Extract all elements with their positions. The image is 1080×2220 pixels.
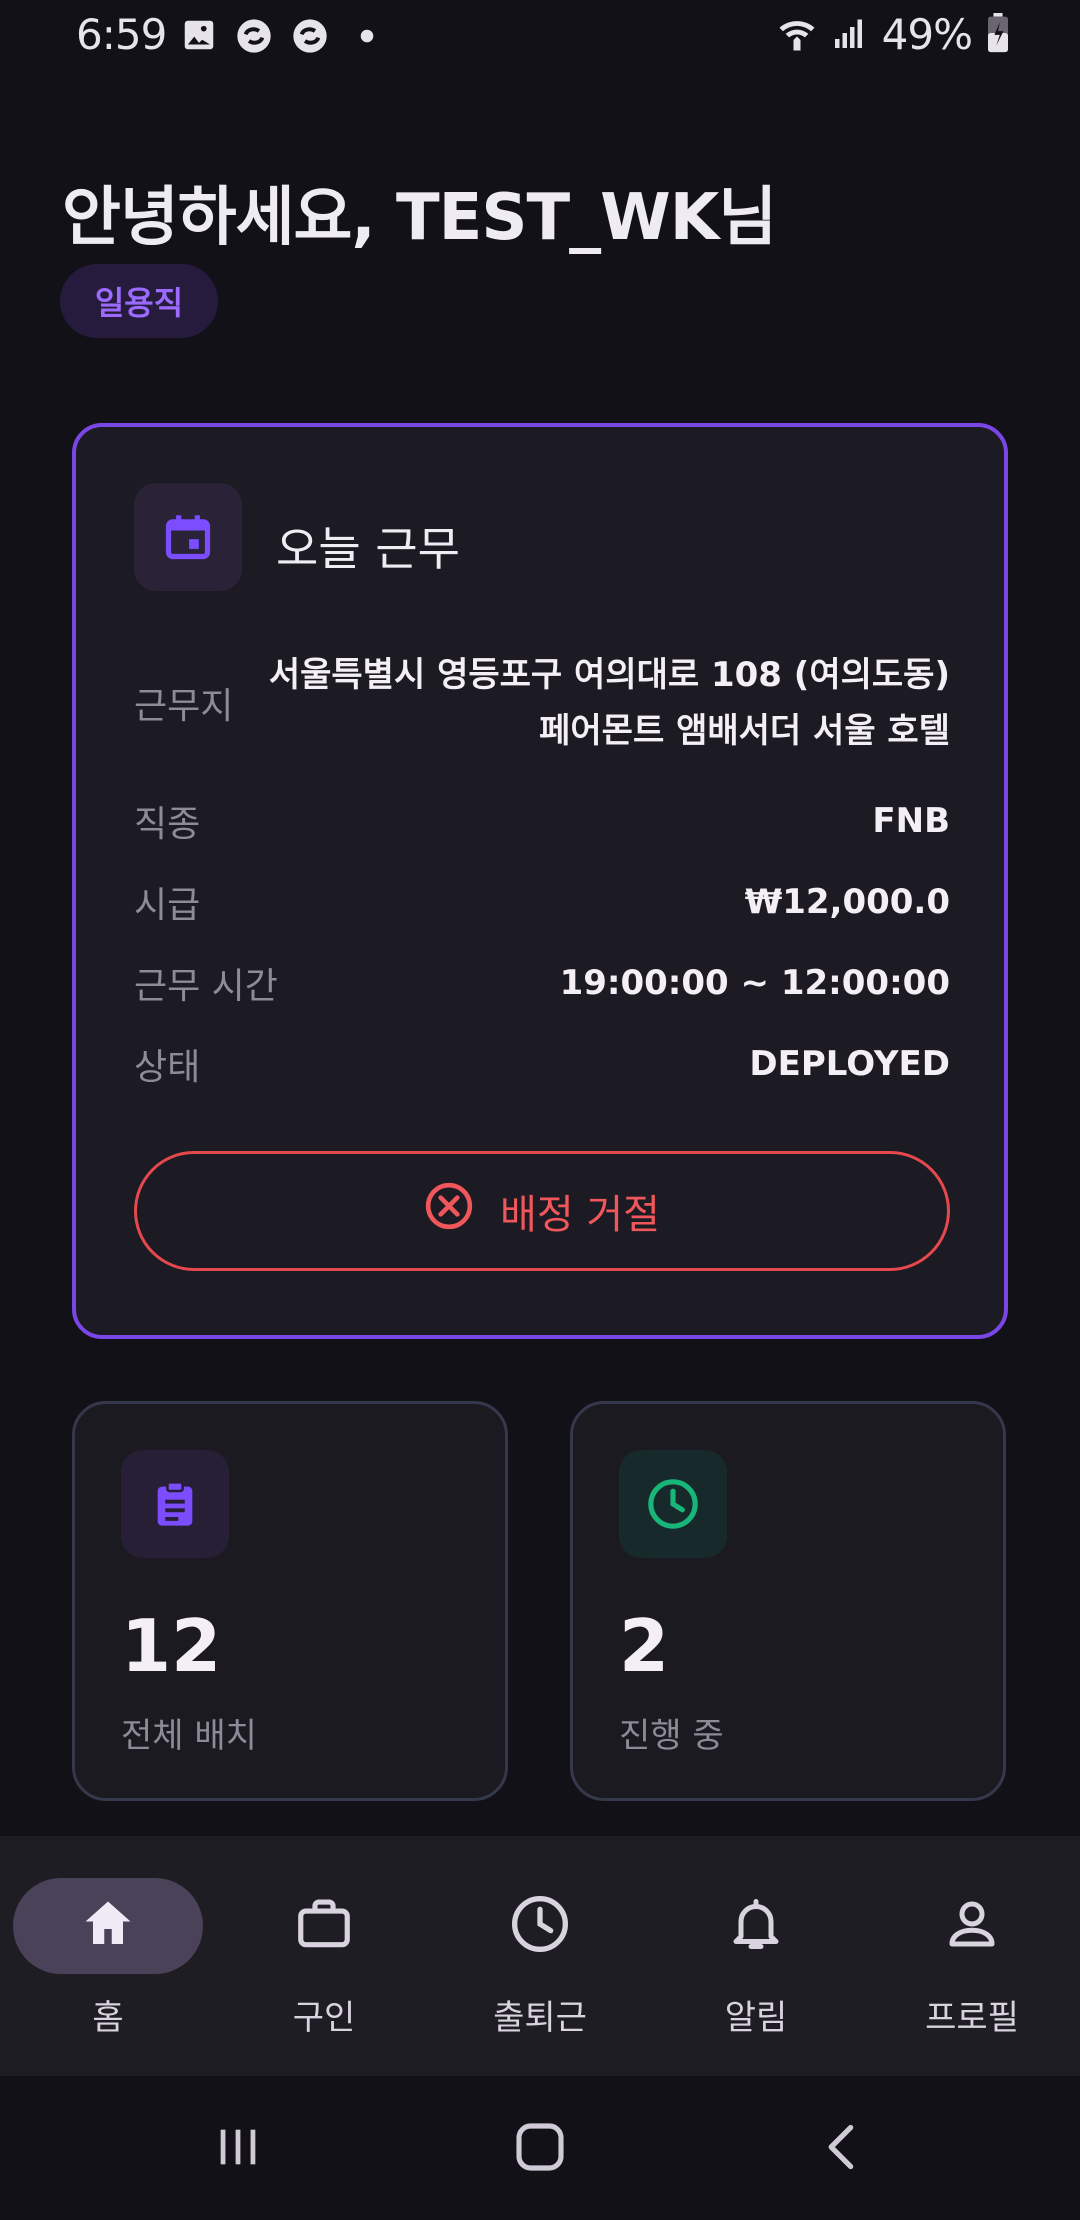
clipboard-icon (121, 1450, 229, 1558)
nav-profile-label: 프로필 (925, 1998, 1019, 2038)
briefcase-icon (293, 1893, 355, 1959)
status-value: DEPLOYED (749, 1044, 950, 1084)
today-work-card: 오늘 근무 근무지 서울특별시 영등포구 여의대로 108 (여의도동) 페어몬… (72, 423, 1008, 1339)
status-time: 6:59 (76, 10, 167, 59)
nav-profile-pill (877, 1878, 1067, 1974)
nav-profile[interactable]: 프로필 (864, 1878, 1080, 2048)
person-icon (942, 1894, 1002, 1958)
sync-icon (290, 16, 330, 60)
stat-card-in-progress[interactable]: 2 진행 중 (570, 1401, 1006, 1801)
back-chevron-icon (816, 2121, 868, 2177)
bell-icon (726, 1894, 786, 1958)
signal-icon (832, 13, 868, 57)
hourly-wage-label: 시급 (134, 885, 201, 926)
info-row-status: 상태 DEPLOYED (134, 1038, 950, 1090)
nav-jobs-label: 구인 (292, 1998, 356, 2038)
work-hours-value: 19:00:00 ~ 12:00:00 (559, 963, 950, 1003)
info-row-hourly-wage: 시급 ₩12,000.0 (134, 876, 950, 928)
nav-jobs-pill (229, 1878, 419, 1974)
nav-notifications[interactable]: 알림 (648, 1878, 864, 2048)
nav-home-pill (13, 1878, 203, 1974)
nav-notifications-label: 알림 (724, 1998, 788, 2038)
workplace-label: 근무지 (134, 686, 234, 727)
wifi-icon (776, 11, 818, 59)
reject-assignment-label: 배정 거절 (500, 1192, 660, 1238)
info-row-work-hours: 근무 시간 19:00:00 ~ 12:00:00 (134, 957, 950, 1009)
clock-icon (508, 1892, 572, 1960)
total-count: 12 (121, 1604, 222, 1688)
role-chip: 일용직 (60, 264, 218, 338)
in-progress-label: 진행 중 (619, 1716, 724, 1756)
workplace-value: 서울특별시 영등포구 여의대로 108 (여의도동) 페어몬트 앰배서더 서울 … (268, 655, 950, 751)
nav-jobs[interactable]: 구인 (216, 1878, 432, 2048)
info-row-workplace: 근무지 서울특별시 영등포구 여의대로 108 (여의도동) 페어몬트 앰배서더… (134, 647, 950, 759)
nav-home[interactable]: 홈 (0, 1878, 216, 2048)
home-icon (78, 1894, 138, 1958)
back-button[interactable] (802, 2114, 882, 2184)
battery-icon (986, 12, 1010, 57)
job-type-value: FNB (872, 801, 950, 841)
clock-icon (619, 1450, 727, 1558)
dot-icon (360, 28, 374, 47)
status-bar: 6:59 49% (0, 0, 1080, 72)
reject-assignment-button[interactable]: 배정 거절 (134, 1151, 950, 1271)
nav-attendance-pill (445, 1878, 635, 1974)
nav-attendance[interactable]: 출퇴근 (432, 1878, 648, 2048)
recent-apps-button[interactable] (198, 2114, 278, 2184)
stat-card-total[interactable]: 12 전체 배치 (72, 1401, 508, 1801)
status-label: 상태 (134, 1047, 201, 1088)
today-work-title: 오늘 근무 (276, 522, 460, 576)
nav-attendance-label: 출퇴근 (493, 1998, 587, 2038)
in-progress-count: 2 (619, 1604, 670, 1688)
bottom-navigation: 홈 구인 출퇴근 알림 프로필 (0, 1836, 1080, 2076)
nav-notifications-pill (661, 1878, 851, 1974)
job-type-label: 직종 (134, 804, 201, 845)
greeting-title: 안녕하세요, TEST_WK님 (62, 181, 777, 255)
nav-home-label: 홈 (92, 1998, 124, 2038)
work-hours-label: 근무 시간 (134, 966, 278, 1007)
recent-apps-icon (212, 2121, 264, 2177)
system-navigation-bar (0, 2076, 1080, 2220)
total-label: 전체 배치 (121, 1716, 257, 1756)
home-button[interactable] (500, 2114, 580, 2184)
gallery-icon (180, 16, 218, 58)
info-row-job-type: 직종 FNB (134, 795, 950, 847)
hourly-wage-value: ₩12,000.0 (744, 882, 950, 922)
screen: 6:59 49% 안녕하세요, TEST_WK님 일용직 오늘 근무 근무지 서… (0, 0, 1080, 2220)
sync-icon (234, 16, 274, 60)
cancel-circle-icon (424, 1181, 474, 1241)
home-square-icon (512, 2119, 568, 2179)
calendar-icon (134, 483, 242, 591)
battery-percent: 49% (881, 10, 973, 59)
status-right: 49% (776, 10, 1010, 59)
